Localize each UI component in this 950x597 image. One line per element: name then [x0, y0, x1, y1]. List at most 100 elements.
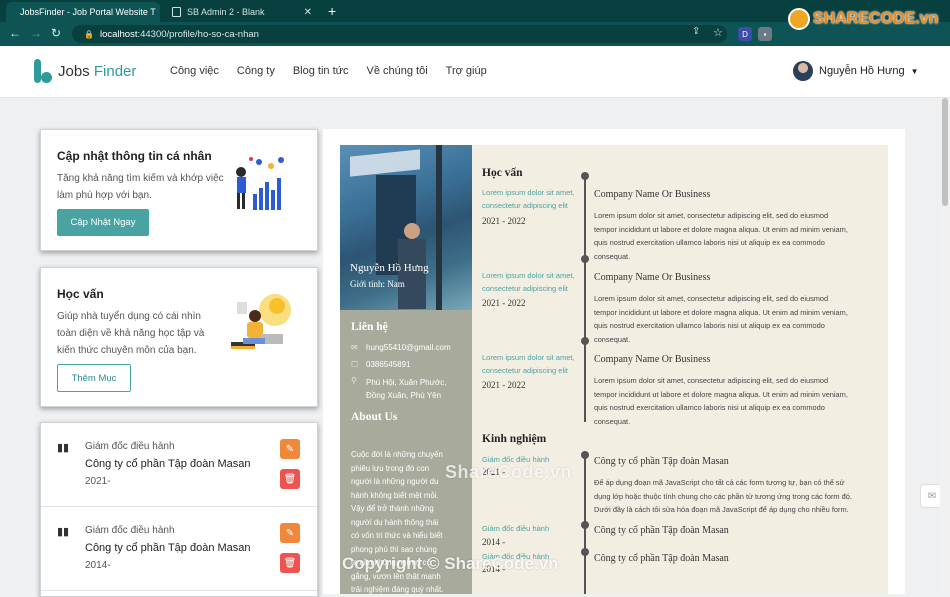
exp-desc-line: Để áp dụng đoạn mã JavaScript cho tất cả…	[594, 478, 845, 487]
menu-blog[interactable]: Blog tin tức	[293, 65, 349, 77]
share-icon[interactable]: ⇪	[692, 26, 700, 37]
edu-major: Company Name Or Business	[594, 272, 711, 283]
exp-company: Công ty cổ phần Tập đoàn Masan	[594, 456, 729, 467]
timeline-dot	[581, 255, 589, 263]
menu-companies[interactable]: Công ty	[237, 65, 275, 77]
cv-gender: Giới tính: Nam	[350, 279, 405, 289]
menu-jobs[interactable]: Công việc	[170, 65, 219, 77]
about-title: About Us	[351, 411, 398, 423]
timeline-dot	[581, 521, 589, 529]
tab-title: JobsFinder - Job Portal Website T	[20, 7, 156, 17]
edu-school: Lorem ipsum dolor sit amet,	[482, 353, 575, 362]
about-text: Cuộc đời là những chuyến phiêu lưu trong…	[351, 448, 451, 597]
url-path: :44300/profile/ho-so-ca-nhan	[137, 28, 259, 40]
profile-photo: Nguyễn Hồ Hưng Giới tính: Nam	[340, 145, 472, 310]
watermark-copyright: Copyright © ShareCode.vn	[342, 554, 559, 573]
main-menu: Công việc Công ty Blog tin tức Về chúng …	[170, 65, 505, 77]
about-line: người du hành thông thái	[351, 517, 439, 527]
new-tab-button[interactable]: +	[328, 3, 336, 19]
location-icon: ⚲	[351, 376, 357, 385]
back-arrow-icon[interactable]: ←	[9, 26, 21, 40]
contact-title: Liên hệ	[351, 321, 388, 333]
card-title: Cập nhật thông tin cá nhân	[57, 149, 212, 163]
about-line: phiêu lưu trong đó con	[351, 463, 430, 473]
exp-year: 2014-	[85, 560, 111, 571]
timeline-dot	[581, 172, 589, 180]
edu-desc-line: consequat.	[594, 334, 631, 344]
url-host: localhost	[99, 28, 138, 40]
extension-icon[interactable]: ▪	[758, 27, 772, 41]
cv-address: Đồng Xuân, Phú Yên	[366, 391, 442, 400]
exp-company: Công ty cổ phần Tập đoàn Masan	[85, 458, 251, 470]
page-favicon-icon	[172, 7, 181, 17]
exp-position: Giám đốc điều hành	[85, 441, 175, 452]
edu-school: consectetur adipiscing elit	[482, 201, 568, 210]
exp-company: Công ty cổ phần Tập đoàn Masan	[594, 553, 729, 564]
edu-desc-line: tempor incididunt ut labore et dolore ma…	[594, 307, 848, 317]
page-scrollbar[interactable]	[940, 98, 950, 594]
menu-help[interactable]: Trợ giúp	[446, 65, 487, 77]
exp-years: 2014 -	[482, 537, 506, 547]
tab-jobsfinder[interactable]: JobsFinder - Job Portal Website T ✕	[6, 2, 160, 22]
watermark-text: ShareCode.vn	[445, 462, 573, 482]
chevron-down-icon: ▼	[910, 66, 919, 76]
edu-desc-line: Lorem ipsum dolor sit amet, consectetur …	[594, 376, 829, 385]
close-icon[interactable]: ✕	[304, 7, 312, 18]
site-logo[interactable]: Jobs Finder	[32, 59, 136, 83]
delete-icon[interactable]: 🗑	[280, 553, 300, 573]
tab-sb-admin[interactable]: SB Admin 2 - Blank ✕	[164, 2, 320, 22]
tab-title: SB Admin 2 - Blank	[187, 7, 265, 17]
delete-icon[interactable]: 🗑	[280, 469, 300, 489]
sharecode-watermark-logo: SHARECODE.vn	[788, 8, 938, 30]
about-line: có vốn tri thức và hiểu biết	[351, 531, 443, 540]
about-line: Cuộc đời là những chuyến	[351, 450, 443, 459]
update-now-button[interactable]: Cập Nhật Ngay	[57, 209, 149, 236]
url-field[interactable]: 🔒 localhost:44300/profile/ho-so-ca-nhan	[72, 25, 727, 43]
menu-about[interactable]: Về chúng tôi	[367, 65, 428, 77]
user-menu[interactable]: Nguyễn Hồ Hưng ▼	[793, 61, 919, 81]
edit-icon[interactable]: ✎	[280, 523, 300, 543]
avatar	[793, 61, 813, 81]
timeline-line	[584, 175, 586, 422]
timeline-dot	[581, 548, 589, 556]
jobsfinder-logo-icon	[32, 59, 52, 83]
list-item: ▮▮ Giám đốc điều hành Công ty cổ phần Tậ…	[41, 423, 317, 507]
edu-desc-line: quis nostrud exercitation ullamco labori…	[594, 403, 825, 412]
forward-arrow-icon[interactable]: →	[30, 26, 42, 40]
edu-desc-line: tempor incididunt ut labore et dolore ma…	[594, 389, 848, 399]
experience-list-card: ▮▮ Giám đốc điều hành Công ty cổ phần Tậ…	[40, 422, 318, 597]
exp-company: Công ty cổ phần Tập đoàn Masan	[594, 525, 729, 536]
edu-desc-line: tempor incididunt ut labore et dolore ma…	[594, 224, 848, 234]
edu-school: Lorem ipsum dolor sit amet,	[482, 188, 575, 197]
card-title: Học vấn	[57, 287, 104, 301]
user-name: Nguyễn Hồ Hưng	[819, 65, 905, 77]
education-title: Học vấn	[482, 167, 523, 179]
edit-icon[interactable]: ✎	[280, 439, 300, 459]
phone-icon: ☐	[351, 360, 359, 369]
star-icon[interactable]: ☆	[713, 26, 723, 39]
experience-title: Kinh nghiệm	[482, 433, 547, 445]
add-item-button[interactable]: Thêm Mục	[57, 364, 131, 392]
reload-icon[interactable]: ↻	[51, 26, 61, 40]
edu-school: consectetur adipiscing elit	[482, 366, 568, 375]
edu-desc-line: Lorem ipsum dolor sit amet, consectetur …	[594, 211, 829, 220]
edu-school: consectetur adipiscing elit	[482, 284, 568, 293]
edu-years: 2021 - 2022	[482, 298, 526, 308]
cv-email: hung55410@gmail.com	[366, 343, 451, 352]
edu-school: Lorem ipsum dolor sit amet,	[482, 271, 575, 280]
logo-text: Jobs	[58, 62, 94, 80]
sharecode-logo-text: SHARECODE.vn	[813, 10, 939, 27]
exp-position: Giám đốc điều hành	[85, 525, 175, 536]
cv-main: Học vấn Lorem ipsum dolor sit amet, conse…	[472, 145, 888, 594]
edu-major: Company Name Or Business	[594, 354, 711, 365]
extension-d-icon[interactable]: D	[738, 27, 752, 41]
data-analysis-illustration-icon	[236, 157, 284, 210]
update-profile-card: Cập nhật thông tin cá nhân Tăng khả năng…	[40, 129, 318, 251]
scrollbar-thumb[interactable]	[942, 98, 948, 206]
card-desc: Tăng khả năng tìm kiếm và khớp việc	[57, 173, 224, 184]
education-card: Học vấn Giúp nhà tuyển dụng có cái nhìn …	[40, 267, 318, 407]
student-studying-illustration-icon	[231, 294, 291, 349]
card-desc: kiến thức chuyên môn của bạn.	[57, 345, 197, 356]
edu-desc-line: consequat.	[594, 251, 631, 261]
edu-desc-line: consequat.	[594, 416, 631, 426]
